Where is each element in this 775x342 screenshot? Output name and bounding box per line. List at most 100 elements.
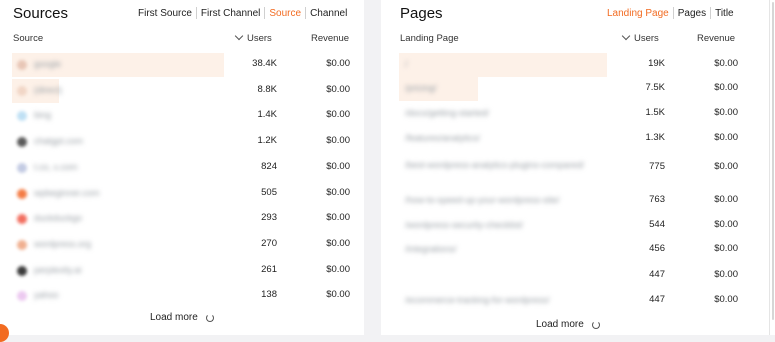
table-row[interactable]: yahoo 138 $0.00 [12, 284, 352, 308]
users-value: 763 [649, 194, 665, 205]
landing-page-path[interactable]: / [405, 56, 605, 72]
pages-title: Pages [400, 5, 443, 22]
table-row[interactable]: wpbeginner.com 505 $0.00 [12, 182, 352, 206]
landing-page-path[interactable]: /wordpress-security-checklist/ [405, 217, 605, 233]
revenue-value: $0.00 [326, 58, 350, 69]
landing-page-path[interactable]: /docs/getting-started/ [405, 105, 605, 121]
table-row[interactable]: bing 1.4K $0.00 [12, 104, 352, 128]
landing-page-path[interactable]: /integrations/ [405, 241, 605, 257]
table-row[interactable]: /best-wordpress-analytics-plugins-compar… [399, 156, 759, 180]
source-name[interactable]: bing [34, 107, 144, 123]
revenue-value: $0.00 [326, 135, 350, 147]
table-row[interactable]: /how-to-speed-up-your-wordpress-site/763… [399, 189, 759, 213]
landing-page-path[interactable]: /pricing/ [405, 80, 605, 96]
landing-page-column-header: Landing Page [400, 33, 459, 44]
source-favicon-icon [17, 162, 27, 173]
source-name[interactable]: duckduckgo [34, 210, 144, 226]
revenue-value: $0.00 [714, 58, 738, 69]
tab-channel[interactable]: Channel [306, 8, 351, 19]
scrollbar-thumb[interactable] [772, 2, 774, 320]
users-column-label: Users [634, 33, 659, 44]
table-row[interactable]: perplexity.ai 261 $0.00 [12, 259, 352, 283]
revenue-value: $0.00 [714, 161, 738, 172]
users-value: 1.5K [645, 107, 665, 118]
tab-source[interactable]: Source [265, 8, 305, 19]
table-row[interactable]: /wordpress-security-checklist/544 $0.00 [399, 214, 759, 238]
sources-load-more-button[interactable]: Load more [150, 312, 214, 323]
landing-page-path[interactable] [405, 267, 605, 283]
source-name[interactable]: t.co, x.com [34, 159, 144, 175]
revenue-value: $0.00 [714, 132, 738, 143]
users-value: 293 [261, 212, 277, 224]
revenue-value: $0.00 [714, 243, 738, 254]
users-column-header[interactable]: Users [621, 31, 659, 44]
users-column-label: Users [247, 33, 272, 44]
users-value: 775 [649, 161, 665, 172]
table-row[interactable]: t.co, x.com 824 $0.00 [12, 156, 352, 180]
landing-page-path[interactable]: /features/analytics/ [405, 130, 605, 146]
table-row[interactable]: /docs/getting-started/1.5K $0.00 [399, 102, 759, 126]
tab-first-source[interactable]: First Source [134, 8, 196, 19]
source-favicon-icon [17, 111, 27, 122]
source-favicon-icon [17, 214, 27, 225]
revenue-value: $0.00 [326, 237, 350, 249]
source-favicon-icon [17, 60, 27, 70]
revenue-value: $0.00 [714, 82, 738, 93]
users-value: 1.3K [645, 132, 665, 143]
revenue-value: $0.00 [714, 107, 738, 118]
users-value: 447 [649, 269, 665, 280]
tab-landing-page[interactable]: Landing Page [603, 8, 673, 19]
revenue-value: $0.00 [326, 289, 350, 301]
revenue-value: $0.00 [326, 160, 350, 172]
revenue-value: $0.00 [714, 294, 738, 305]
table-row[interactable]: google 38.4K $0.00 [12, 53, 352, 77]
sources-title: Sources [13, 5, 69, 22]
revenue-value: $0.00 [326, 263, 350, 275]
source-name[interactable]: chatgpt.com [34, 133, 144, 149]
source-name[interactable]: perplexity.ai [34, 262, 144, 278]
pages-load-more-button[interactable]: Load more [536, 319, 600, 330]
source-name[interactable]: yahoo [34, 287, 144, 303]
revenue-value: $0.00 [714, 194, 738, 205]
users-value: 38.4K [252, 58, 277, 69]
landing-page-path[interactable]: /best-wordpress-analytics-plugins-compar… [405, 159, 605, 187]
chevron-down-icon [234, 31, 244, 41]
table-row[interactable]: duckduckgo 293 $0.00 [12, 207, 352, 231]
revenue-column-header: Revenue [311, 33, 350, 44]
source-favicon-icon [17, 265, 27, 276]
tab-first-channel[interactable]: First Channel [197, 8, 264, 19]
users-value: 1.2K [257, 135, 277, 147]
source-name[interactable]: (direct) [34, 82, 144, 98]
revenue-value: $0.00 [714, 269, 738, 280]
source-favicon-icon [17, 239, 27, 250]
tab-title[interactable]: Title [711, 8, 738, 19]
table-row[interactable]: /ecommerce-tracking-for-wordpress/447 $0.… [399, 289, 759, 313]
users-value: 447 [649, 294, 665, 305]
users-value: 8.8K [257, 83, 277, 95]
table-row[interactable]: /pricing/7.5K $0.00 [399, 77, 759, 101]
source-column-header: Source [13, 33, 44, 44]
landing-page-path[interactable]: /how-to-speed-up-your-wordpress-site/ [405, 192, 605, 208]
source-favicon-icon [17, 137, 27, 148]
users-value: 19K [648, 58, 665, 69]
refresh-icon [205, 313, 214, 322]
table-row[interactable]: / 19K $0.00 [399, 53, 759, 77]
load-more-label: Load more [150, 312, 198, 323]
table-row[interactable]: chatgpt.com 1.2K $0.00 [12, 130, 352, 154]
tab-pages[interactable]: Pages [674, 8, 710, 19]
source-name[interactable]: wpbeginner.com [34, 185, 144, 201]
source-name[interactable]: google [34, 56, 144, 72]
source-name[interactable]: wordpress.org [34, 236, 144, 252]
users-value: 824 [261, 160, 277, 172]
sources-tabs: First Source First Channel Source Channe… [134, 7, 351, 19]
landing-page-path[interactable]: /ecommerce-tracking-for-wordpress/ [405, 292, 605, 308]
table-row[interactable]: /integrations/456 $0.00 [399, 238, 759, 262]
table-row[interactable]: wordpress.org 270 $0.00 [12, 233, 352, 257]
users-column-header[interactable]: Users [234, 31, 272, 44]
table-row[interactable]: /features/analytics/1.3K $0.00 [399, 127, 759, 151]
table-row[interactable]: (direct) 8.8K $0.00 [12, 78, 352, 103]
table-row[interactable]: 447 $0.00 [399, 264, 759, 288]
refresh-icon [591, 320, 600, 329]
source-favicon-icon [17, 188, 27, 199]
revenue-value: $0.00 [326, 212, 350, 224]
